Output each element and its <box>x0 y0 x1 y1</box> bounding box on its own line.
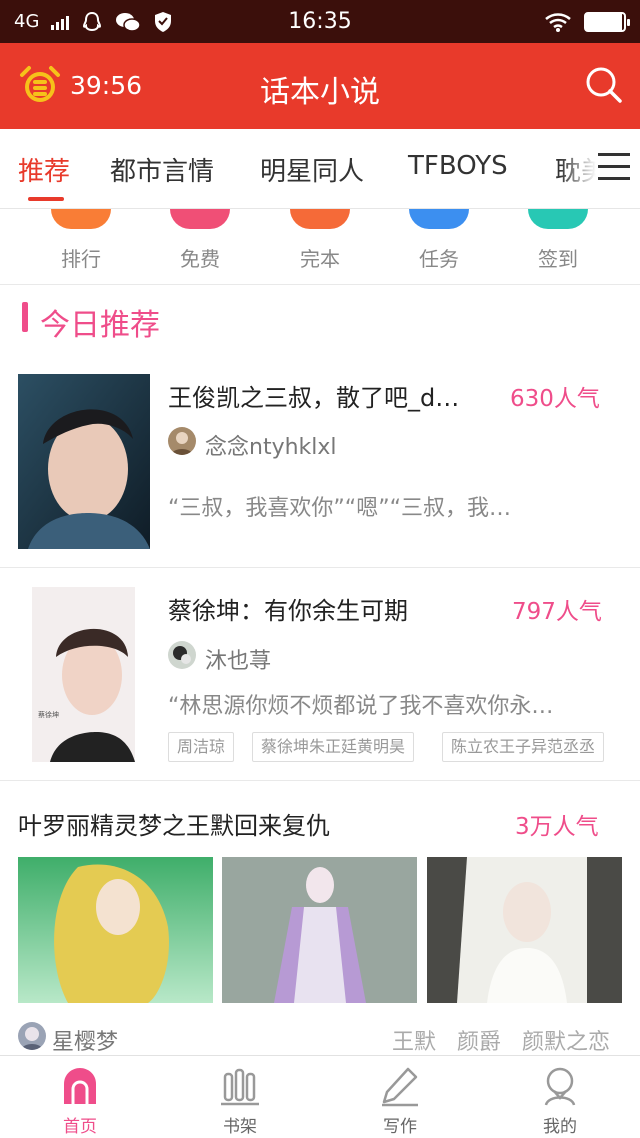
free-icon <box>170 209 230 229</box>
book-image-2 <box>222 857 417 1003</box>
qq-icon <box>83 11 102 31</box>
nav-label: 我的 <box>543 1117 577 1137</box>
app-screen: 4G 16:35 39:56 话本小说 推荐 都市言情 明星同人 TFBOYS … <box>0 0 640 1138</box>
section-marker <box>22 302 28 332</box>
nav-label: 书架 <box>223 1117 257 1137</box>
author-name: 星樱梦 <box>52 1030 119 1055</box>
nav-bookshelf[interactable]: 书架 <box>190 1056 290 1138</box>
quick-entry-ranking[interactable]: 排行 <box>31 209 131 272</box>
status-bar: 4G 16:35 <box>0 0 640 43</box>
active-tab-indicator <box>28 197 64 201</box>
tasks-icon <box>409 209 469 229</box>
book-excerpt: “三叔，我喜欢你”“嗯”“三叔，我… <box>168 496 511 521</box>
tabs-menu-icon[interactable] <box>598 153 630 183</box>
profile-icon <box>544 1067 576 1106</box>
ranking-icon <box>51 209 111 229</box>
alarm-clock-icon <box>20 66 60 102</box>
checkin-icon <box>528 209 588 229</box>
book-tag[interactable]: 颜默之恋 <box>522 1024 610 1056</box>
svg-text:蔡徐坤: 蔡徐坤 <box>38 710 59 719</box>
book-cover-image <box>18 374 150 549</box>
nav-write[interactable]: 写作 <box>350 1056 450 1138</box>
author-avatar <box>168 427 196 455</box>
wifi-icon <box>545 12 571 32</box>
section-title: 今日推荐 <box>40 308 160 343</box>
tab-recommend[interactable]: 推荐 <box>18 151 70 188</box>
timer-text: 39:56 <box>70 70 143 100</box>
search-icon[interactable] <box>584 65 624 105</box>
nav-home[interactable]: 首页 <box>30 1056 130 1138</box>
battery-icon <box>584 11 630 32</box>
book-image-3 <box>427 857 622 1003</box>
book-tag[interactable]: 蔡徐坤朱正廷黄明昊 <box>252 732 415 762</box>
reading-timer[interactable]: 39:56 <box>18 63 142 107</box>
author-name: 沐也荨 <box>205 649 272 674</box>
quick-entry-free[interactable]: 免费 <box>150 209 250 272</box>
book-tag[interactable]: 陈立农王子异范丞丞 <box>442 732 605 762</box>
book-tag[interactable]: 周洁琼 <box>168 732 235 762</box>
home-icon <box>64 1068 96 1104</box>
bottom-nav: 首页 书架 写作 我的 <box>0 1055 640 1138</box>
popularity-count: 630人气 <box>510 386 600 412</box>
tab-star-fanfic[interactable]: 明星同人 <box>260 151 364 188</box>
shield-icon <box>155 11 172 32</box>
book-tag[interactable]: 王默 <box>392 1024 436 1056</box>
quick-entry-checkin[interactable]: 签到 <box>508 209 608 272</box>
quick-entry-completed[interactable]: 完本 <box>270 209 370 272</box>
completed-icon <box>290 209 350 229</box>
quick-entry-tasks[interactable]: 任务 <box>389 209 489 272</box>
nav-profile[interactable]: 我的 <box>510 1056 610 1138</box>
tab-urban-romance[interactable]: 都市言情 <box>110 151 214 188</box>
book-image-1 <box>18 857 213 1003</box>
network-type: 4G <box>14 11 40 32</box>
book-title: 蔡徐坤：有你余生可期 <box>168 597 408 625</box>
book-cover-image: 蔡徐坤 <box>32 587 135 762</box>
author-avatar <box>18 1022 46 1050</box>
author-name: 念念ntyhklxl <box>205 435 337 460</box>
book-title: 叶罗丽精灵梦之王默回来复仇 <box>18 812 330 840</box>
popularity-count: 3万人气 <box>515 814 599 840</box>
pen-icon <box>382 1067 418 1107</box>
book-title: 王俊凯之三叔，散了吧_d… <box>168 384 460 412</box>
category-tabs: 推荐 都市言情 明星同人 TFBOYS 耽美 <box>0 129 640 209</box>
signal-icon <box>51 14 70 30</box>
app-header: 39:56 话本小说 <box>0 43 640 129</box>
quick-entries: 排行 免费 完本 任务 签到 <box>0 209 640 285</box>
tab-tfboys[interactable]: TFBOYS <box>408 151 508 181</box>
book-excerpt: “林思源你烦不烦都说了我不喜欢你永… <box>168 694 554 719</box>
popularity-count: 797人气 <box>512 599 602 625</box>
wechat-icon <box>116 12 142 32</box>
nav-label: 写作 <box>383 1117 417 1137</box>
nav-label: 首页 <box>63 1117 97 1137</box>
author-avatar <box>168 641 196 669</box>
book-tag[interactable]: 颜爵 <box>457 1024 501 1056</box>
bookshelf-icon <box>221 1068 259 1106</box>
